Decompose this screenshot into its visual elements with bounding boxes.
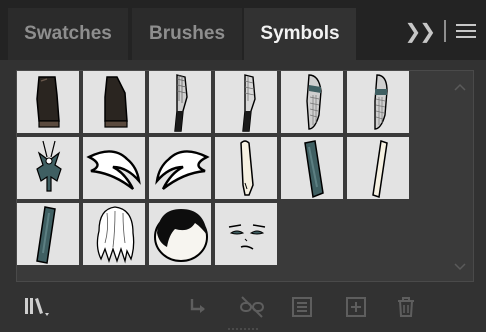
scroll-down-icon[interactable] [454, 263, 466, 271]
tab-symbols-label: Symbols [260, 23, 340, 44]
wing-icon [86, 150, 141, 190]
symbol-bow-top[interactable] [17, 137, 81, 201]
double-chevron-right-icon[interactable]: ❯❯ [404, 19, 435, 44]
wing-icon [155, 150, 210, 190]
patterned-sleeve-icon [306, 74, 322, 130]
break-link-icon [240, 296, 264, 318]
new-symbol-button[interactable] [340, 292, 372, 322]
symbol-dark-sleeve-2[interactable] [83, 71, 147, 135]
break-link-button[interactable] [236, 292, 268, 322]
symbol-wing-right[interactable] [149, 137, 213, 201]
tab-symbols[interactable]: Symbols [244, 8, 356, 60]
teal-sleeve-icon [36, 206, 56, 264]
cream-sleeve-icon [372, 140, 388, 198]
symbol-wing-left[interactable] [83, 137, 147, 201]
bow-top-icon [36, 140, 62, 192]
symbol-cream-sleeve-1[interactable] [215, 137, 279, 201]
panel-scrollbar[interactable] [451, 77, 469, 277]
head-icon [154, 209, 208, 262]
symbols-panel [16, 70, 474, 282]
tab-brushes-label: Brushes [148, 23, 226, 44]
panel-footer [0, 284, 486, 332]
symbol-sleeve-pattern-4[interactable] [347, 71, 411, 135]
tab-swatches[interactable]: Swatches [8, 8, 128, 60]
symbol-libraries-menu-icon [25, 298, 49, 316]
hair-icon [96, 206, 135, 264]
symbol-options-icon [292, 297, 312, 317]
symbol-cream-sleeve-2[interactable] [347, 137, 411, 201]
toolbar-separator [444, 20, 446, 42]
patterned-sleeve-icon [174, 74, 188, 132]
symbol-sleeve-pattern-2[interactable] [215, 71, 279, 135]
cream-sleeve-icon [240, 140, 254, 196]
place-symbol-instance-button[interactable] [182, 292, 214, 322]
dark-sleeve-icon [36, 76, 60, 128]
teal-sleeve-icon [304, 140, 324, 199]
hamburger-menu-icon[interactable] [456, 24, 476, 38]
panel-tab-bar: Swatches Brushes Symbols ❯❯ [0, 0, 486, 60]
scroll-up-icon[interactable] [454, 83, 466, 91]
symbol-teal-sleeve-1[interactable] [281, 137, 345, 201]
dark-sleeve-icon [104, 76, 128, 128]
symbol-sleeve-pattern-3[interactable] [281, 71, 345, 135]
new-symbol-icon [346, 297, 366, 317]
symbol-white-hair[interactable] [83, 203, 147, 267]
symbol-head-outline[interactable] [149, 203, 213, 267]
tab-swatches-label: Swatches [24, 23, 112, 44]
resize-grip-icon[interactable] [226, 326, 262, 332]
delete-symbol-icon [398, 297, 414, 317]
patterned-sleeve-icon [374, 74, 388, 130]
delete-symbol-button[interactable] [390, 292, 422, 322]
patterned-sleeve-icon [242, 74, 256, 132]
symbol-face-expression[interactable] [215, 203, 279, 267]
place-symbol-instance-icon [190, 299, 205, 313]
tab-brushes[interactable]: Brushes [132, 8, 242, 60]
tab-tools: ❯❯ [404, 14, 476, 48]
symbol-libraries-menu-button[interactable] [22, 292, 54, 322]
symbol-options-button[interactable] [286, 292, 318, 322]
symbol-sleeve-pattern-1[interactable] [149, 71, 213, 135]
symbol-dark-sleeve-1[interactable] [17, 71, 81, 135]
symbol-teal-sleeve-2[interactable] [17, 203, 81, 267]
face-icon [228, 224, 266, 250]
